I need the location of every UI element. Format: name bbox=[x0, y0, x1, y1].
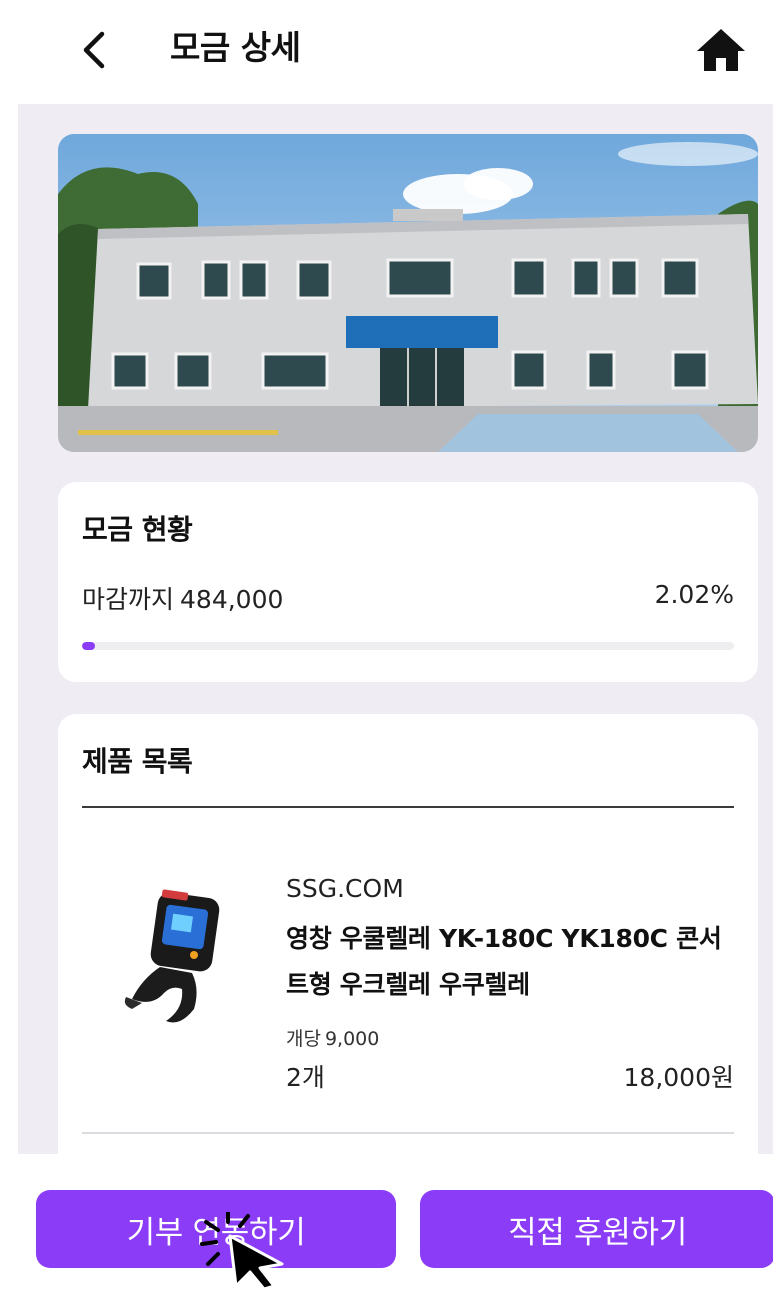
product-image bbox=[102, 889, 252, 1039]
products-title: 제품 목록 bbox=[82, 745, 193, 778]
status-title: 모금 현황 bbox=[82, 513, 193, 546]
remaining-value: 484,000 bbox=[180, 585, 284, 614]
home-button[interactable] bbox=[692, 22, 750, 78]
facility-photo bbox=[58, 134, 758, 452]
back-button[interactable] bbox=[72, 26, 116, 74]
remaining-amount: 마감까지 484,000 bbox=[82, 580, 283, 616]
bottom-action-bar: 기부 연동하기 직접 후원하기 bbox=[0, 1154, 773, 1289]
chevron-left-icon bbox=[83, 31, 105, 69]
section-divider bbox=[82, 806, 734, 808]
list-item[interactable]: SSG.COM 영창 우쿨렐레 YK-180C YK180C 콘서트형 우크렐레… bbox=[82, 834, 734, 1114]
detail-scroll-area[interactable]: 모금 현황 마감까지 484,000 2.02% 제품 목록 SSG.COM 영… bbox=[18, 104, 773, 1154]
product-list-card: 제품 목록 SSG.COM 영창 우쿨렐레 YK-180C YK180C 콘서트… bbox=[58, 714, 758, 1154]
remaining-label: 마감까지 bbox=[82, 585, 175, 614]
page-title: 모금 상세 bbox=[170, 28, 301, 67]
progress-fill bbox=[82, 642, 96, 650]
product-vendor: SSG.COM bbox=[286, 874, 404, 903]
progress-bar bbox=[82, 642, 734, 650]
top-app-bar: 모금 상세 bbox=[0, 0, 773, 104]
unit-price-value: 9,000 bbox=[324, 1028, 380, 1050]
direct-support-button[interactable]: 직접 후원하기 bbox=[420, 1190, 773, 1268]
item-divider bbox=[82, 1132, 734, 1134]
progress-percent: 2.02% bbox=[654, 580, 734, 609]
fundraising-status-card: 모금 현황 마감까지 484,000 2.02% bbox=[58, 482, 758, 682]
product-name: 영창 우쿨렐레 YK-180C YK180C 콘서트형 우크렐레 우쿠렐레 bbox=[286, 924, 722, 999]
home-icon bbox=[697, 29, 745, 71]
product-total: 18,000원 bbox=[623, 1063, 734, 1092]
product-quantity: 2개 bbox=[286, 1063, 325, 1092]
unit-price: 개당 9,000 bbox=[286, 1024, 379, 1051]
link-donation-button[interactable]: 기부 연동하기 bbox=[36, 1190, 396, 1268]
unit-price-label: 개당 bbox=[286, 1028, 321, 1050]
